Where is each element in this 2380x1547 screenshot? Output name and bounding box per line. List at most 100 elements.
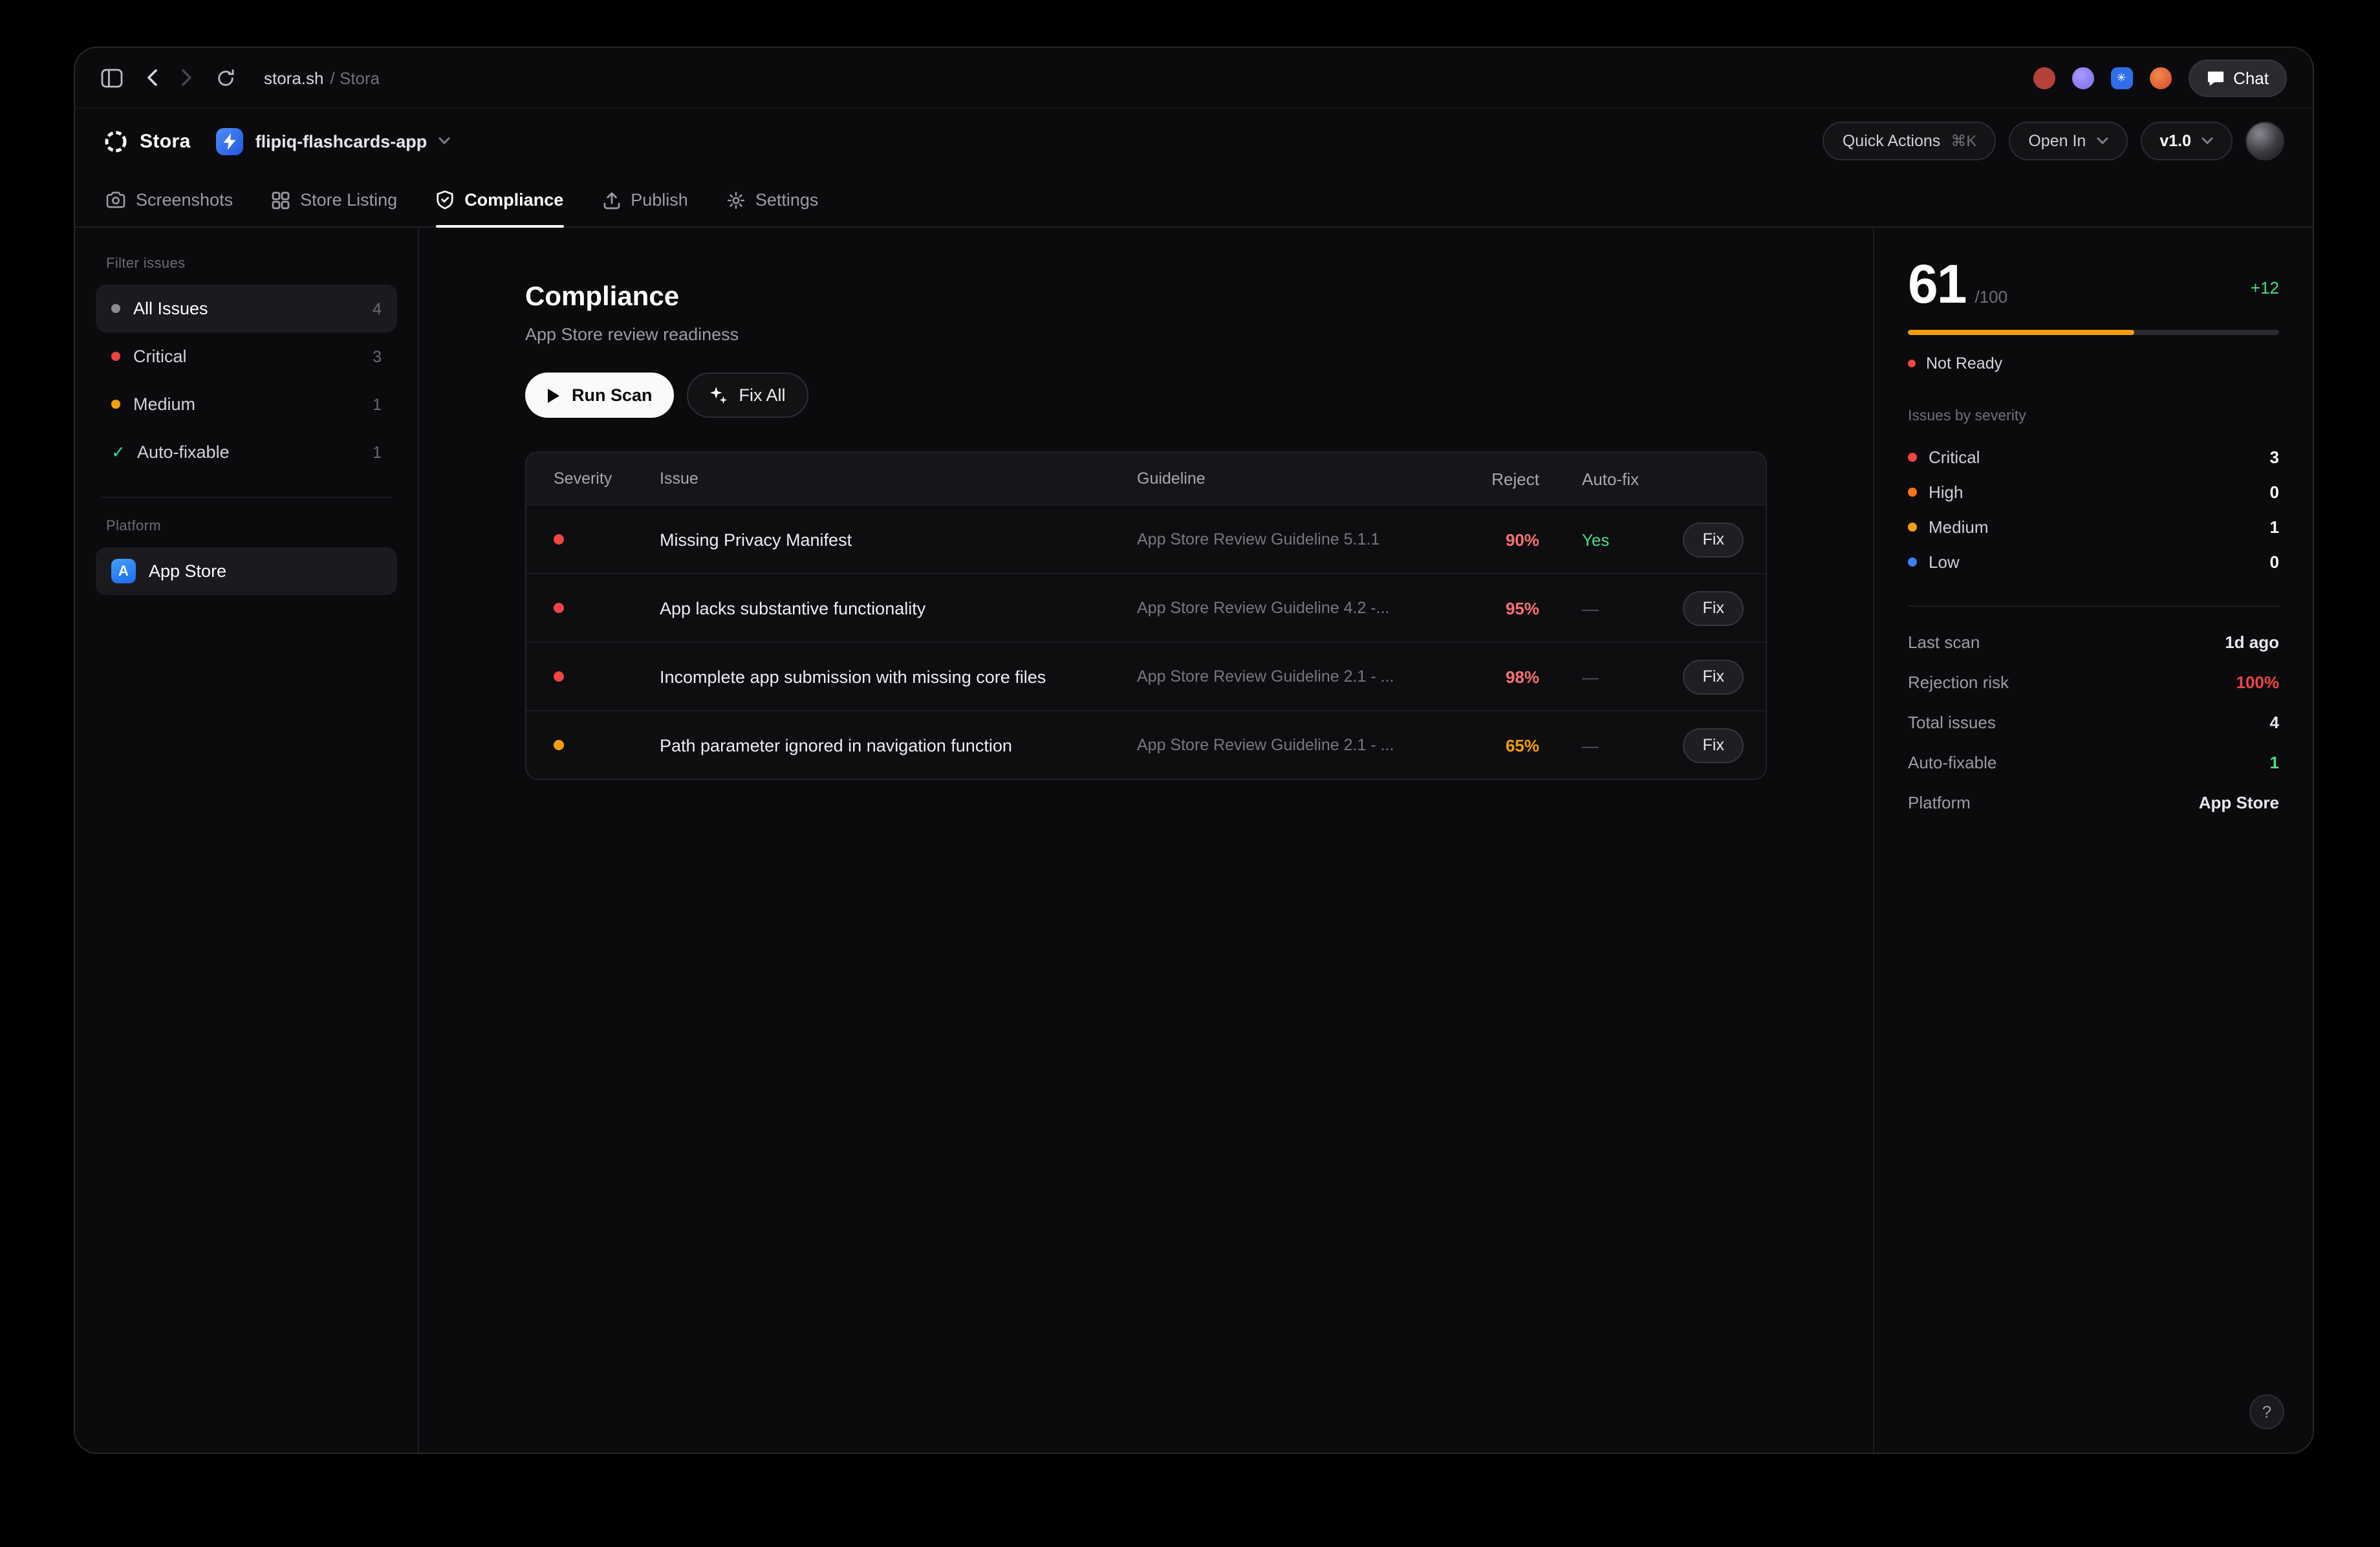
browser-toolbar-right: ✳ Chat <box>2033 59 2287 96</box>
run-scan-button[interactable]: Run Scan <box>525 373 675 418</box>
brand-name: Stora <box>140 130 191 152</box>
tab-store-listing[interactable]: Store Listing <box>272 173 397 226</box>
severity-row-medium: Medium 1 <box>1908 510 2279 545</box>
reject-percent: 65% <box>1432 735 1539 755</box>
sidebar-item-medium[interactable]: Medium 1 <box>96 380 397 428</box>
stat-rejection-risk: Rejection risk 100% <box>1908 662 2279 702</box>
sidebar-item-label: Medium <box>133 395 195 414</box>
quick-actions-shortcut: ⌘K <box>1951 132 1976 150</box>
severity-value: 0 <box>2270 552 2279 572</box>
sidebar-item-all-issues[interactable]: All Issues 4 <box>96 285 397 332</box>
tab-compliance[interactable]: Compliance <box>436 173 563 226</box>
version-label: v1.0 <box>2159 132 2191 150</box>
all-issues-dot <box>111 304 120 313</box>
sidebar-item-label: All Issues <box>133 299 208 318</box>
reload-icon[interactable] <box>216 68 235 87</box>
extension-icon-3[interactable]: ✳ <box>2110 67 2132 89</box>
sidebar-toggle-icon[interactable] <box>101 68 123 87</box>
stat-label: Last scan <box>1908 633 1980 652</box>
address-bar[interactable]: stora.sh/ Stora <box>264 68 380 87</box>
shield-check-icon <box>436 190 454 210</box>
fix-all-label: Fix All <box>739 385 786 405</box>
extension-icon-2[interactable] <box>2072 67 2093 89</box>
tab-publish[interactable]: Publish <box>602 173 688 226</box>
extension-icon-1[interactable] <box>2033 67 2055 89</box>
open-in-button[interactable]: Open In <box>2009 122 2127 160</box>
stat-total-issues: Total issues 4 <box>1908 702 2279 742</box>
stat-label: Auto-fixable <box>1908 753 1996 772</box>
sidebar-item-auto-fixable[interactable]: ✓ Auto-fixable 1 <box>96 428 397 476</box>
filter-section-label: Filter issues <box>106 256 387 272</box>
browser-window: stora.sh/ Stora ✳ Chat <box>74 47 2314 1454</box>
critical-dot <box>1908 453 1917 462</box>
gear-icon <box>727 191 745 209</box>
tab-settings[interactable]: Settings <box>727 173 819 226</box>
fix-button[interactable]: Fix <box>1683 590 1744 625</box>
severity-dot-medium <box>554 740 564 750</box>
quick-actions-label: Quick Actions <box>1843 132 1940 150</box>
severity-dot-critical <box>554 603 564 613</box>
open-in-label: Open In <box>2028 132 2086 150</box>
app-header: Stora flipiq-flashcards-app Quick Action… <box>75 109 2313 173</box>
tab-screenshots[interactable]: Screenshots <box>106 173 233 226</box>
score-value: 61 <box>1908 259 1965 310</box>
app-header-actions: Quick Actions ⌘K Open In v1.0 <box>1823 122 2284 160</box>
issue-guideline: App Store Review Guideline 2.1 - ... <box>1137 736 1432 754</box>
stat-label: Total issues <box>1908 713 1996 732</box>
sidebar-item-app-store[interactable]: A App Store <box>96 547 397 595</box>
app-store-icon: A <box>111 559 136 583</box>
brand: Stora <box>103 129 191 153</box>
sidebar-item-label: Auto-fixable <box>137 442 230 462</box>
table-row[interactable]: App lacks substantive functionality App … <box>526 573 1766 642</box>
sidebar-divider <box>101 497 392 498</box>
severity-row-low: Low 0 <box>1908 545 2279 579</box>
score-bar-track <box>1908 330 2279 335</box>
sidebar-item-label: App Store <box>149 561 226 581</box>
main-content: Compliance App Store review readiness Ru… <box>419 228 1873 1453</box>
check-icon: ✓ <box>111 442 124 462</box>
help-button[interactable]: ? <box>2249 1394 2284 1429</box>
severity-value: 0 <box>2270 482 2279 502</box>
severity-label: Medium <box>1929 517 1989 537</box>
fix-all-button[interactable]: Fix All <box>687 373 809 418</box>
issue-title: Missing Privacy Manifest <box>660 530 1137 549</box>
issue-title: Path parameter ignored in navigation fun… <box>660 735 1137 755</box>
header-guideline: Guideline <box>1137 470 1432 488</box>
sidebar-item-count: 1 <box>373 395 382 413</box>
severity-breakdown: Critical 3 High 0 Medium 1 <box>1908 440 2279 579</box>
quick-actions-button[interactable]: Quick Actions ⌘K <box>1823 122 1996 160</box>
chat-label: Chat <box>2233 68 2269 87</box>
tab-label: Compliance <box>464 190 563 210</box>
filter-sidebar: Filter issues All Issues 4 Critical 3 Me… <box>75 228 419 1453</box>
fix-button[interactable]: Fix <box>1683 522 1744 557</box>
stat-value: 1d ago <box>2225 633 2279 652</box>
table-row[interactable]: Path parameter ignored in navigation fun… <box>526 710 1766 779</box>
browser-nav-controls <box>101 68 235 87</box>
version-button[interactable]: v1.0 <box>2140 122 2233 160</box>
fix-button[interactable]: Fix <box>1683 659 1744 694</box>
severity-label: Critical <box>1929 448 1980 467</box>
table-row[interactable]: Missing Privacy Manifest App Store Revie… <box>526 504 1766 573</box>
stat-label: Platform <box>1908 793 1971 812</box>
tab-bar: Screenshots Store Listing Compliance Pub… <box>75 173 2313 228</box>
back-icon[interactable] <box>146 69 158 87</box>
severity-label: High <box>1929 482 1964 502</box>
forward-icon[interactable] <box>181 69 193 87</box>
sidebar-item-count: 4 <box>373 299 382 318</box>
sidebar-item-critical[interactable]: Critical 3 <box>96 332 397 380</box>
chat-button[interactable]: Chat <box>2188 59 2287 96</box>
severity-value: 1 <box>2270 517 2279 537</box>
project-selector[interactable]: flipiq-flashcards-app <box>217 127 451 155</box>
platform-section-label: Platform <box>106 519 387 534</box>
autofix-value: Yes <box>1539 530 1669 549</box>
stat-auto-fixable: Auto-fixable 1 <box>1908 742 2279 783</box>
tab-label: Settings <box>755 190 819 210</box>
panel-divider <box>1908 605 2279 607</box>
medium-dot <box>1908 523 1917 532</box>
fix-button[interactable]: Fix <box>1683 728 1744 763</box>
table-row[interactable]: Incomplete app submission with missing c… <box>526 642 1766 710</box>
grid-icon <box>272 191 290 209</box>
severity-dot-critical <box>554 534 564 545</box>
extension-icon-4[interactable] <box>2149 67 2171 89</box>
avatar[interactable] <box>2245 122 2284 160</box>
